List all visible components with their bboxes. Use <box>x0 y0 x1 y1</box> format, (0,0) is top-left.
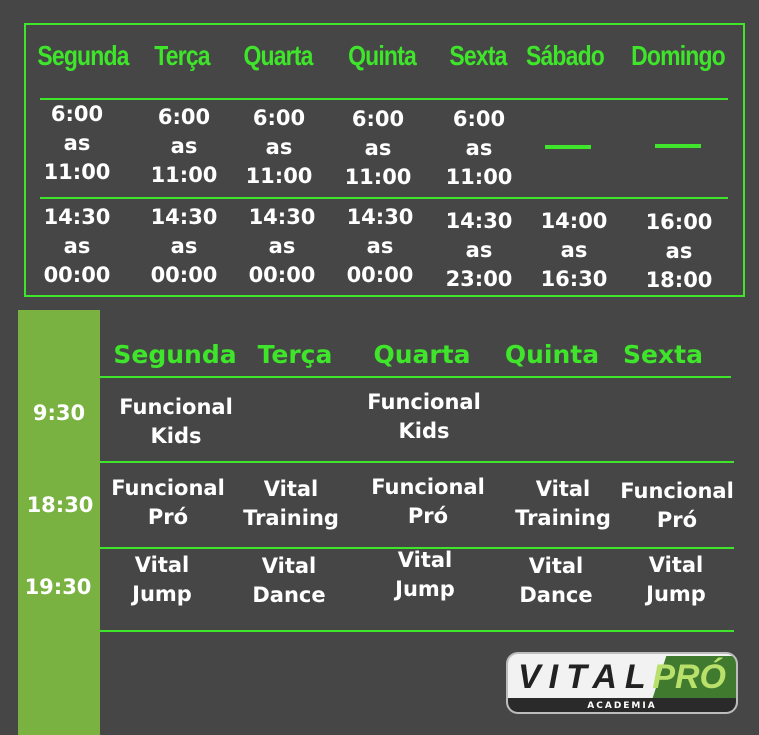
class-segunda-0930: Funcional Kids <box>119 395 233 448</box>
day-domingo: Domingo <box>631 40 726 71</box>
class-day-quarta: Quarta <box>373 340 471 369</box>
morning-sexta: 6:00 as 11:00 <box>445 107 513 189</box>
class-quinta-1830: Vital Training <box>515 477 611 530</box>
class-segunda-1830: Funcional Pró <box>111 476 225 529</box>
evening-terca: 14:30 as 00:00 <box>150 205 218 287</box>
class-day-terca: Terça <box>257 340 333 369</box>
day-terca: Terça <box>154 40 210 71</box>
evening-domingo: 16:00 as 18:00 <box>645 210 713 292</box>
morning-segunda: 6:00 as 11:00 <box>43 102 111 184</box>
class-sexta-1830: Funcional Pró <box>620 479 734 532</box>
class-quinta-1930: Vital Dance <box>519 554 593 607</box>
closed-domingo <box>655 144 701 148</box>
evening-sexta: 14:30 as 23:00 <box>445 209 513 291</box>
evening-quinta: 14:30 as 00:00 <box>346 205 414 287</box>
time-slot-3: 19:30 <box>24 575 92 599</box>
morning-terca: 6:00 as 11:00 <box>150 105 218 187</box>
class-day-segunda: Segunda <box>113 340 237 369</box>
class-quarta-1830: Funcional Pró <box>371 475 485 528</box>
evening-segunda: 14:30 as 00:00 <box>43 205 111 287</box>
morning-quarta: 6:00 as 11:00 <box>245 106 313 188</box>
day-segunda: Segunda <box>37 40 129 71</box>
time-slot-2: 18:30 <box>26 493 94 517</box>
class-day-quinta: Quinta <box>504 340 600 369</box>
class-terca-1830: Vital Training <box>243 477 339 530</box>
class-quarta-1930: Vital Jump <box>395 548 455 601</box>
header-divider <box>40 98 728 100</box>
classes-header-divider <box>100 376 731 378</box>
day-quarta: Quarta <box>243 40 313 71</box>
class-terca-1930: Vital Dance <box>252 554 326 607</box>
classes-row-divider-1 <box>100 461 734 463</box>
time-sidebar <box>18 310 100 735</box>
evening-quarta: 14:30 as 00:00 <box>248 205 316 287</box>
time-slot-1: 9:30 <box>32 401 86 425</box>
classes-row-divider-3 <box>100 630 734 632</box>
vital-pro-logo: VITAL PRÓ ACADEMIA <box>506 652 738 714</box>
closed-sabado <box>545 145 591 149</box>
day-quinta: Quinta <box>348 40 417 71</box>
day-sabado: Sábado <box>525 40 605 71</box>
evening-sabado: 14:00 as 16:30 <box>540 209 608 291</box>
class-day-sexta: Sexta <box>623 340 703 369</box>
morning-quinta: 6:00 as 11:00 <box>344 107 412 189</box>
class-segunda-1930: Vital Jump <box>132 553 192 606</box>
class-quarta-0930: Funcional Kids <box>367 390 481 443</box>
class-sexta-1930: Vital Jump <box>646 553 706 606</box>
day-sexta: Sexta <box>449 40 507 71</box>
row-divider <box>40 197 728 199</box>
